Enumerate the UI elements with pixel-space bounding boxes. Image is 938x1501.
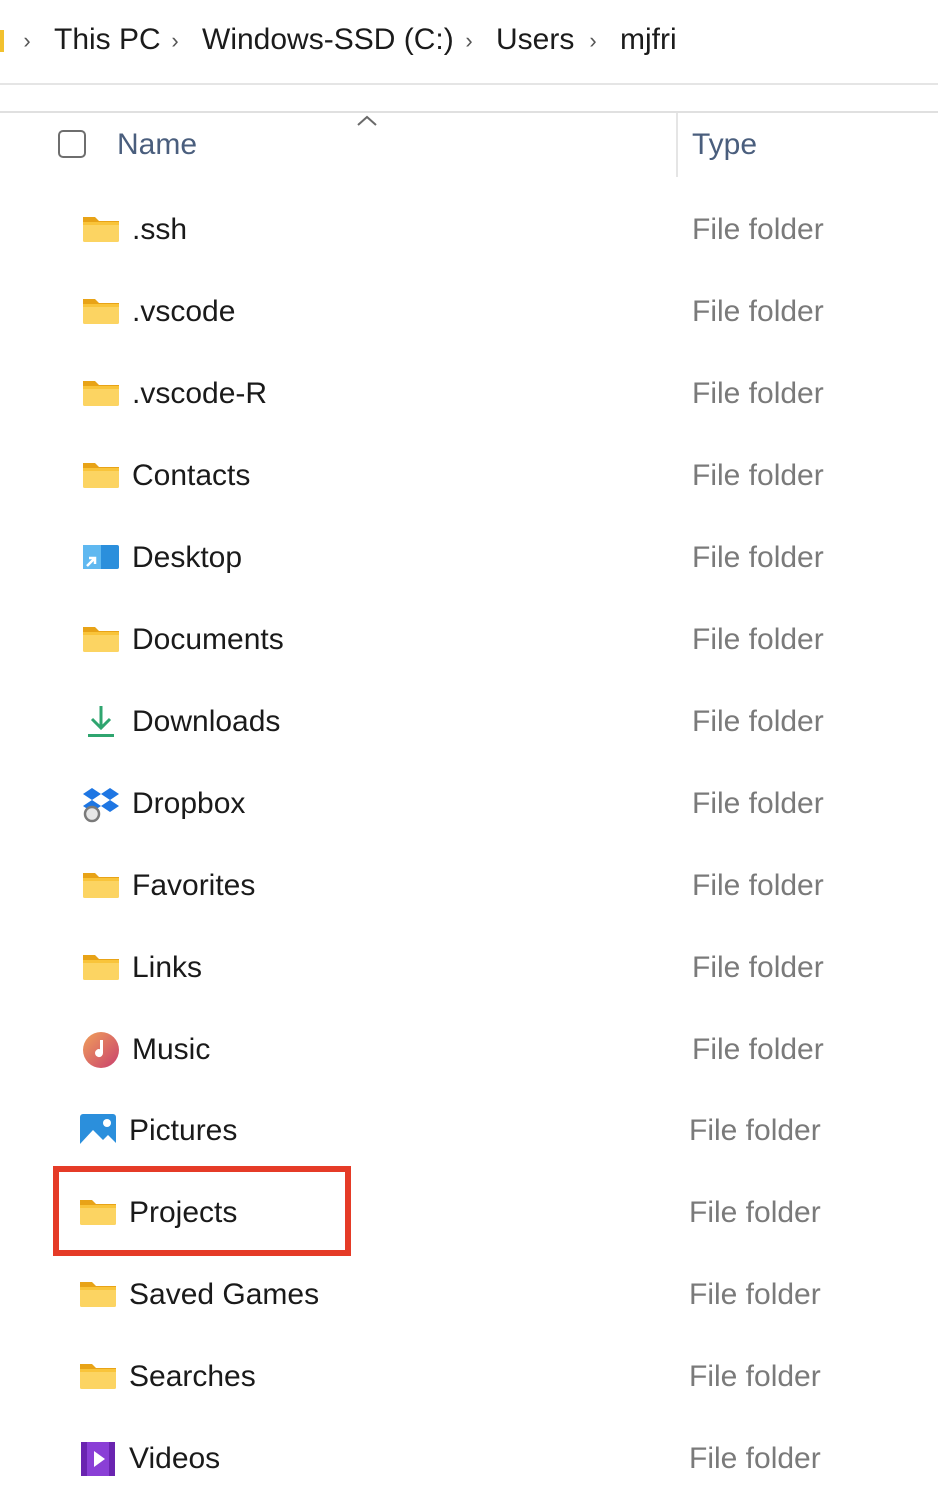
file-row-contacts[interactable]: Contacts File folder [0, 436, 938, 518]
file-name: Dropbox [132, 787, 246, 820]
file-row-ssh[interactable]: .ssh File folder [0, 190, 938, 272]
chevron-right-icon[interactable]: › [16, 30, 38, 52]
file-type: File folder [692, 213, 824, 246]
file-row-dropbox[interactable]: Dropbox File folder [0, 764, 938, 846]
folder-icon [80, 374, 122, 414]
file-name: .vscode-R [132, 377, 268, 410]
file-name: .ssh [132, 213, 188, 246]
file-type: File folder [689, 1278, 821, 1311]
file-type: File folder [692, 295, 824, 328]
column-header-name[interactable]: Name [117, 128, 197, 162]
file-row-links[interactable]: Links File folder [0, 928, 938, 1010]
file-type: File folder [692, 951, 824, 984]
folder-icon [80, 948, 122, 988]
file-row-vscode-r[interactable]: .vscode-R File folder [0, 354, 938, 436]
folder-icon [77, 1275, 119, 1315]
chevron-right-icon[interactable]: › [458, 30, 480, 52]
file-type: File folder [692, 869, 824, 902]
file-row-videos[interactable]: Videos File folder [0, 1419, 938, 1501]
folder-icon [77, 1193, 119, 1233]
file-name: Music [132, 1033, 211, 1066]
file-type: File folder [692, 459, 824, 492]
folder-icon [80, 620, 122, 660]
file-name: Documents [132, 623, 284, 656]
folder-icon [77, 1357, 119, 1397]
breadcrumb-item-users[interactable]: Users [496, 22, 574, 58]
chevron-right-icon[interactable]: › [164, 30, 186, 52]
music-icon [80, 1030, 122, 1070]
breadcrumb-item-mjfri[interactable]: mjfri [620, 22, 677, 58]
downloads-icon [80, 702, 122, 742]
toolbar-divider [0, 83, 938, 85]
breadcrumb-item-windows-ssd[interactable]: Windows-SSD (C:) [202, 22, 454, 58]
file-name: Videos [129, 1442, 221, 1475]
folder-icon [80, 292, 122, 332]
sort-ascending-icon [357, 115, 377, 126]
folder-edge-icon [0, 30, 4, 52]
file-row-music[interactable]: Music File folder [0, 1010, 938, 1092]
file-type: File folder [692, 705, 824, 738]
desktop-icon [80, 538, 122, 578]
file-name: Contacts [132, 459, 251, 492]
file-row-desktop[interactable]: Desktop File folder [0, 518, 938, 600]
folder-icon [80, 210, 122, 250]
file-row-documents[interactable]: Documents File folder [0, 600, 938, 682]
file-row-vscode[interactable]: .vscode File folder [0, 272, 938, 354]
file-type: File folder [689, 1442, 821, 1475]
select-all-checkbox[interactable] [58, 130, 86, 158]
file-type: File folder [692, 541, 824, 574]
breadcrumb: › This PC › Windows-SSD (C:) › Users › m… [0, 0, 938, 84]
file-row-pictures[interactable]: Pictures File folder [0, 1091, 938, 1173]
file-row-favorites[interactable]: Favorites File folder [0, 846, 938, 928]
file-name: Desktop [132, 541, 243, 574]
file-row-searches[interactable]: Searches File folder [0, 1337, 938, 1419]
file-name: Favorites [132, 869, 256, 902]
file-row-downloads[interactable]: Downloads File folder [0, 682, 938, 764]
file-type: File folder [689, 1196, 821, 1229]
file-name: Saved Games [129, 1278, 320, 1311]
file-name: Downloads [132, 705, 281, 738]
header-divider [0, 111, 938, 113]
folder-icon [80, 866, 122, 906]
file-type: File folder [692, 623, 824, 656]
dropbox-icon [80, 784, 122, 824]
file-name: Pictures [129, 1114, 238, 1147]
column-resize-handle[interactable] [676, 113, 678, 177]
file-name: Searches [129, 1360, 256, 1393]
file-name: .vscode [132, 295, 236, 328]
videos-icon [77, 1439, 119, 1479]
breadcrumb-item-this-pc[interactable]: This PC [54, 22, 161, 58]
file-type: File folder [689, 1360, 821, 1393]
chevron-right-icon[interactable]: › [582, 30, 604, 52]
folder-icon [80, 456, 122, 496]
file-name: Links [132, 951, 203, 984]
pictures-icon [77, 1111, 119, 1151]
file-type: File folder [692, 787, 824, 820]
file-type: File folder [692, 1033, 824, 1066]
file-row-projects[interactable]: Projects File folder [0, 1173, 938, 1255]
file-type: File folder [692, 377, 824, 410]
file-type: File folder [689, 1114, 821, 1147]
file-row-saved-games[interactable]: Saved Games File folder [0, 1255, 938, 1337]
column-header-type[interactable]: Type [692, 128, 757, 162]
file-name: Projects [129, 1196, 238, 1229]
